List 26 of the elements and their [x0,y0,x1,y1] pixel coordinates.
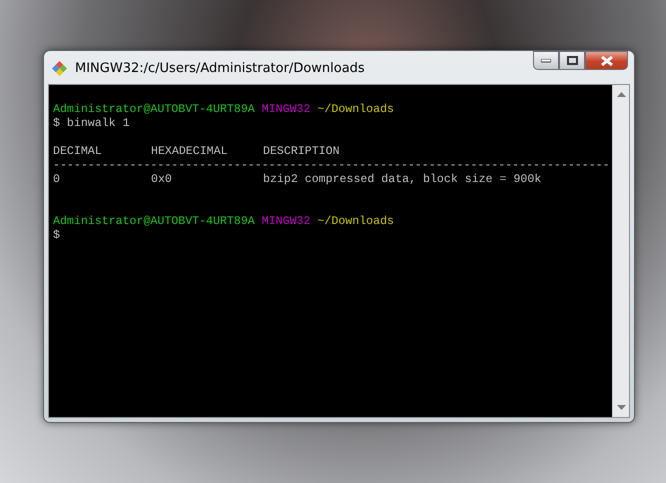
prompt-user-host: Administrator@AUTOBVT-4URT89A [53,214,255,229]
command-line: $ [53,228,60,243]
column-heading: HEXADECIMAL [151,144,228,158]
command-line: $ binwalk 1 [53,116,130,131]
prompt-shell: MINGW32 [262,214,310,229]
table-cell: 0 [53,172,60,186]
maximize-button[interactable] [559,51,585,70]
dashed-rule: -------------------------------------------------------------------------------- [53,158,610,173]
scroll-down-icon[interactable] [616,405,626,411]
scroll-up-icon[interactable] [616,90,626,97]
column-heading: DESCRIPTION [263,144,340,158]
table-cell: 0x0 [151,172,172,186]
close-icon [600,56,612,66]
app-logo-icon [52,61,67,76]
prompt-user-host: Administrator@AUTOBVT-4URT89A [53,102,255,117]
minimize-icon [541,58,551,62]
maximize-icon [566,56,578,65]
minimize-button[interactable] [533,51,559,70]
close-button[interactable] [585,51,628,70]
table-cell: bzip2 compressed data, block size = 900k [263,172,542,186]
window-title: MINGW32:/c/Users/Administrator/Downloads [75,60,365,78]
scrollbar[interactable] [612,84,629,417]
prompt-path: ~/Downloads [317,214,394,229]
prompt-shell: MINGW32 [262,102,310,117]
column-heading: DECIMAL [53,144,102,158]
prompt-path: ~/Downloads [317,102,394,117]
